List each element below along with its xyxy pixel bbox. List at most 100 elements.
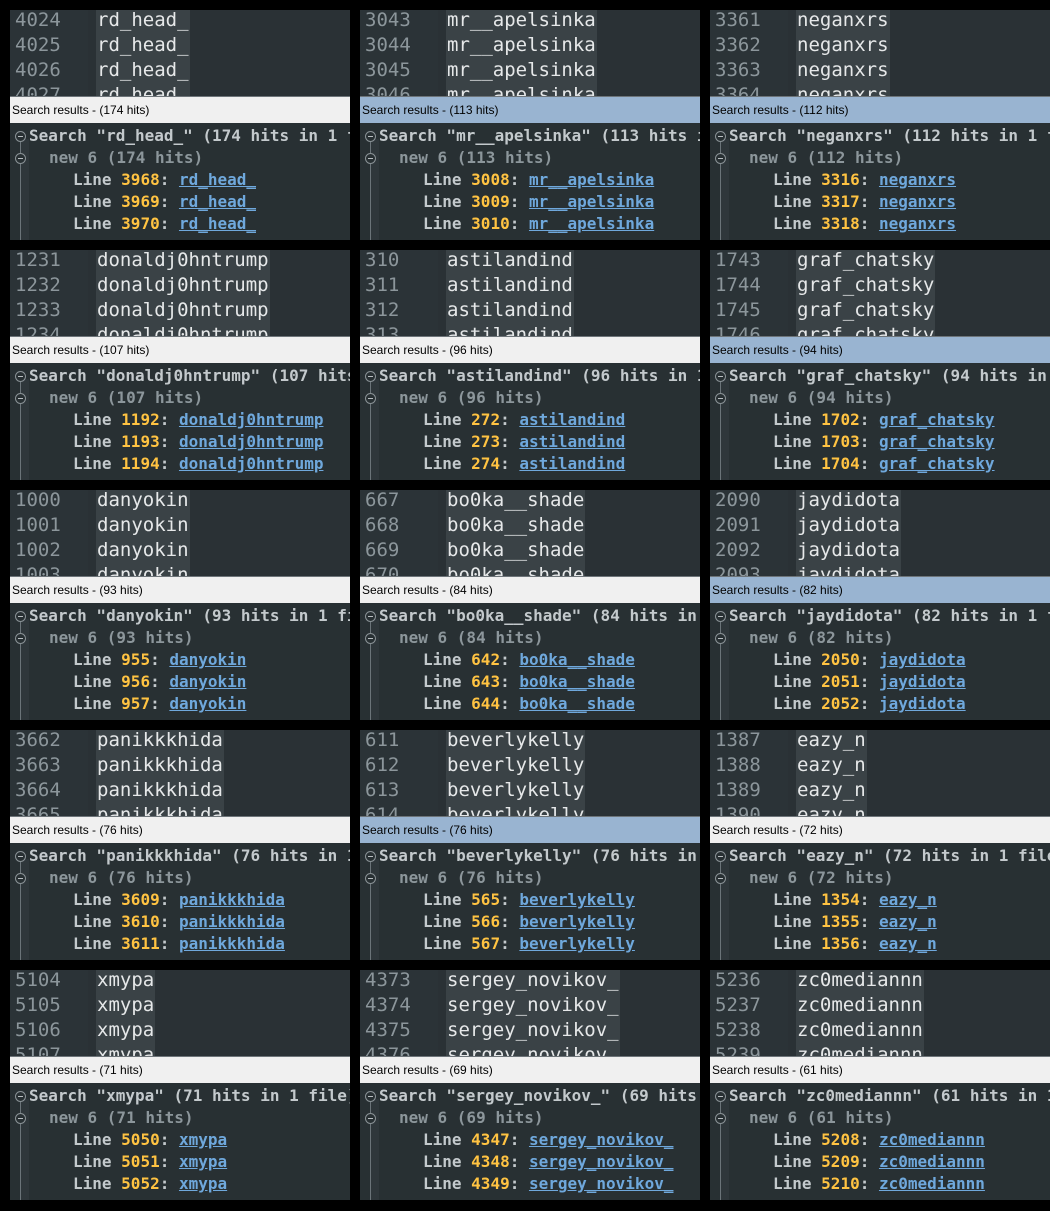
editor-view[interactable]: 310 astilandind 311 astilandind 312 astilandi… — [360, 250, 700, 336]
collapse-file-icon[interactable] — [365, 153, 376, 164]
file-node[interactable]: new 6 (84 hits) — [399, 627, 544, 649]
search-results-tree[interactable]: Search "graf_chatsky" (94 hits in 1 file… — [710, 363, 1050, 480]
hit-match-link[interactable]: astilandind — [519, 454, 625, 473]
hit-match-link[interactable]: rd_head_ — [179, 170, 256, 189]
hit-match-link[interactable]: danyokin — [169, 672, 246, 691]
hit-match-link[interactable]: eazy_n — [879, 890, 937, 909]
hit-match-link[interactable]: sergey_novikov_ — [529, 1174, 674, 1193]
collapse-file-icon[interactable] — [15, 393, 26, 404]
hit-match-link[interactable]: bo0ka__shade — [519, 650, 635, 669]
hit-row[interactable]: Line 567: beverlykelly — [423, 933, 635, 955]
hit-row[interactable]: Line 3316: neganxrs — [773, 169, 956, 191]
file-node[interactable]: new 6 (94 hits) — [749, 387, 894, 409]
collapse-search-icon[interactable] — [715, 131, 726, 142]
hit-row[interactable]: Line 4349: sergey_novikov_ — [423, 1173, 673, 1195]
hit-match-link[interactable]: bo0ka__shade — [519, 694, 635, 713]
collapse-search-icon[interactable] — [365, 851, 376, 862]
search-query-node[interactable]: Search "danyokin" (93 hits in 1 file) — [29, 605, 350, 627]
search-query-node[interactable]: Search "mr__apelsinka" (113 hits in 1 fi… — [379, 125, 700, 147]
hit-row[interactable]: Line 566: beverlykelly — [423, 911, 635, 933]
search-results-tree[interactable]: Search "bo0ka__shade" (84 hits in 1 file… — [360, 603, 700, 720]
hit-match-link[interactable]: graf_chatsky — [879, 454, 995, 473]
search-results-tree[interactable]: Search "zc0mediannn" (61 hits in 1 file)… — [710, 1083, 1050, 1200]
search-query-node[interactable]: Search "bo0ka__shade" (84 hits in 1 file… — [379, 605, 700, 627]
editor-view[interactable]: 667 bo0ka__shade 668 bo0ka__shade 669 bo0ka__… — [360, 490, 700, 576]
hit-match-link[interactable]: bo0ka__shade — [519, 672, 635, 691]
collapse-search-icon[interactable] — [365, 131, 376, 142]
collapse-file-icon[interactable] — [365, 873, 376, 884]
editor-view[interactable]: 3662 panikkkhida 3663 panikkkhida 3664 panikk… — [10, 730, 350, 816]
hit-match-link[interactable]: sergey_novikov_ — [529, 1152, 674, 1171]
hit-row[interactable]: Line 2050: jaydidota — [773, 649, 966, 671]
hit-row[interactable]: Line 1192: donaldj0hntrump — [73, 409, 323, 431]
file-node[interactable]: new 6 (76 hits) — [399, 867, 544, 889]
editor-view[interactable]: 3361 neganxrs 3362 neganxrs 3363 neganxrs 3364… — [710, 10, 1050, 96]
search-query-node[interactable]: Search "graf_chatsky" (94 hits in 1 file… — [729, 365, 1050, 387]
hit-match-link[interactable]: neganxrs — [879, 192, 956, 211]
search-query-node[interactable]: Search "jaydidota" (82 hits in 1 file) — [729, 605, 1050, 627]
collapse-file-icon[interactable] — [715, 1113, 726, 1124]
search-results-title-bar[interactable]: Search results - (76 hits) — [10, 816, 350, 843]
collapse-search-icon[interactable] — [715, 1091, 726, 1102]
file-node[interactable]: new 6 (93 hits) — [49, 627, 194, 649]
search-results-tree[interactable]: Search "xmypa" (71 hits in 1 file) new 6 … — [10, 1083, 350, 1200]
search-query-node[interactable]: Search "zc0mediannn" (61 hits in 1 file) — [729, 1085, 1050, 1107]
collapse-file-icon[interactable] — [15, 1113, 26, 1124]
hit-row[interactable]: Line 1704: graf_chatsky — [773, 453, 995, 475]
file-node[interactable]: new 6 (174 hits) — [49, 147, 203, 169]
search-results-title-bar[interactable]: Search results - (61 hits) — [710, 1056, 1050, 1083]
hit-row[interactable]: Line 3970: rd_head_ — [73, 213, 256, 235]
collapse-file-icon[interactable] — [365, 1113, 376, 1124]
search-results-tree[interactable]: Search "neganxrs" (112 hits in 1 file)ne… — [710, 123, 1050, 240]
collapse-search-icon[interactable] — [15, 851, 26, 862]
hit-row[interactable]: Line 4347: sergey_novikov_ — [423, 1129, 673, 1151]
hit-match-link[interactable]: rd_head_ — [179, 214, 256, 233]
collapse-file-icon[interactable] — [715, 873, 726, 884]
editor-view[interactable]: 4024 rd_head_ 4025 rd_head_ 4026 rd_head_ 4027… — [10, 10, 350, 96]
hit-row[interactable]: Line 565: beverlykelly — [423, 889, 635, 911]
search-results-tree[interactable]: Search "eazy_n" (72 hits in 1 file) new 6… — [710, 843, 1050, 960]
hit-match-link[interactable]: danyokin — [169, 650, 246, 669]
file-node[interactable]: new 6 (107 hits) — [49, 387, 203, 409]
hit-match-link[interactable]: panikkkhida — [179, 934, 285, 953]
hit-row[interactable]: Line 3008: mr__apelsinka — [423, 169, 654, 191]
collapse-search-icon[interactable] — [715, 611, 726, 622]
hit-row[interactable]: Line 274: astilandind — [423, 453, 625, 475]
hit-row[interactable]: Line 1356: eazy_n — [773, 933, 937, 955]
hit-row[interactable]: Line 2052: jaydidota — [773, 693, 966, 715]
editor-view[interactable]: 5104 xmypa 5105 xmypa 5106 xmypa 5107 xmypa — [10, 970, 350, 1056]
hit-row[interactable]: Line 1194: donaldj0hntrump — [73, 453, 323, 475]
collapse-search-icon[interactable] — [15, 611, 26, 622]
hit-row[interactable]: Line 5210: zc0mediannn — [773, 1173, 985, 1195]
file-node[interactable]: new 6 (72 hits) — [749, 867, 894, 889]
search-query-node[interactable]: Search "sergey_novikov_" (69 hits in 1 f… — [379, 1085, 700, 1107]
hit-match-link[interactable]: xmypa — [179, 1130, 227, 1149]
hit-match-link[interactable]: sergey_novikov_ — [529, 1130, 674, 1149]
hit-match-link[interactable]: xmypa — [179, 1174, 227, 1193]
hit-row[interactable]: Line 5050: xmypa — [73, 1129, 227, 1151]
hit-row[interactable]: Line 3610: panikkkhida — [73, 911, 285, 933]
search-results-title-bar[interactable]: Search results - (113 hits) — [360, 96, 700, 123]
hit-match-link[interactable]: neganxrs — [879, 214, 956, 233]
collapse-file-icon[interactable] — [365, 633, 376, 644]
collapse-search-icon[interactable] — [365, 371, 376, 382]
collapse-search-icon[interactable] — [715, 851, 726, 862]
search-results-title-bar[interactable]: Search results - (84 hits) — [360, 576, 700, 603]
editor-view[interactable]: 1387 eazy_n 1388 eazy_n 1389 eazy_n 1390 eazy_n — [710, 730, 1050, 816]
hit-row[interactable]: Line 957: danyokin — [73, 693, 246, 715]
hit-row[interactable]: Line 3318: neganxrs — [773, 213, 956, 235]
hit-row[interactable]: Line 1355: eazy_n — [773, 911, 937, 933]
search-results-title-bar[interactable]: Search results - (72 hits) — [710, 816, 1050, 843]
search-results-tree[interactable]: Search "astilandind" (96 hits in 1 file)… — [360, 363, 700, 480]
hit-row[interactable]: Line 272: astilandind — [423, 409, 625, 431]
hit-row[interactable]: Line 3010: mr__apelsinka — [423, 213, 654, 235]
hit-match-link[interactable]: donaldj0hntrump — [179, 432, 324, 451]
collapse-file-icon[interactable] — [15, 633, 26, 644]
editor-view[interactable]: 5236 zc0mediannn 5237 zc0mediannn 5238 zc0med… — [710, 970, 1050, 1056]
hit-match-link[interactable]: rd_head_ — [179, 192, 256, 211]
hit-match-link[interactable]: jaydidota — [879, 672, 966, 691]
hit-match-link[interactable]: mr__apelsinka — [529, 214, 654, 233]
hit-row[interactable]: Line 4348: sergey_novikov_ — [423, 1151, 673, 1173]
hit-row[interactable]: Line 1702: graf_chatsky — [773, 409, 995, 431]
hit-match-link[interactable]: mr__apelsinka — [529, 170, 654, 189]
